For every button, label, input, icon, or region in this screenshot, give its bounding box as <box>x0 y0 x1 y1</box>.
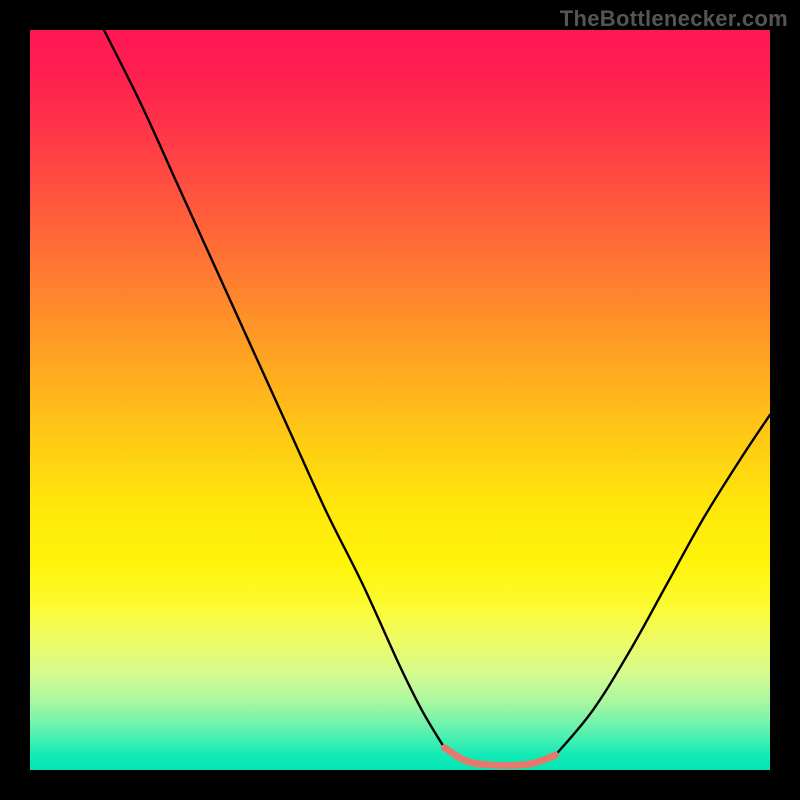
plot-area <box>30 30 770 770</box>
curve-valley-accent <box>444 748 555 766</box>
curve-right-branch <box>555 415 770 755</box>
watermark-text: TheBottlenecker.com <box>560 6 788 32</box>
curve-layer <box>30 30 770 770</box>
curve-left-branch <box>104 30 444 748</box>
chart-frame: TheBottlenecker.com <box>0 0 800 800</box>
